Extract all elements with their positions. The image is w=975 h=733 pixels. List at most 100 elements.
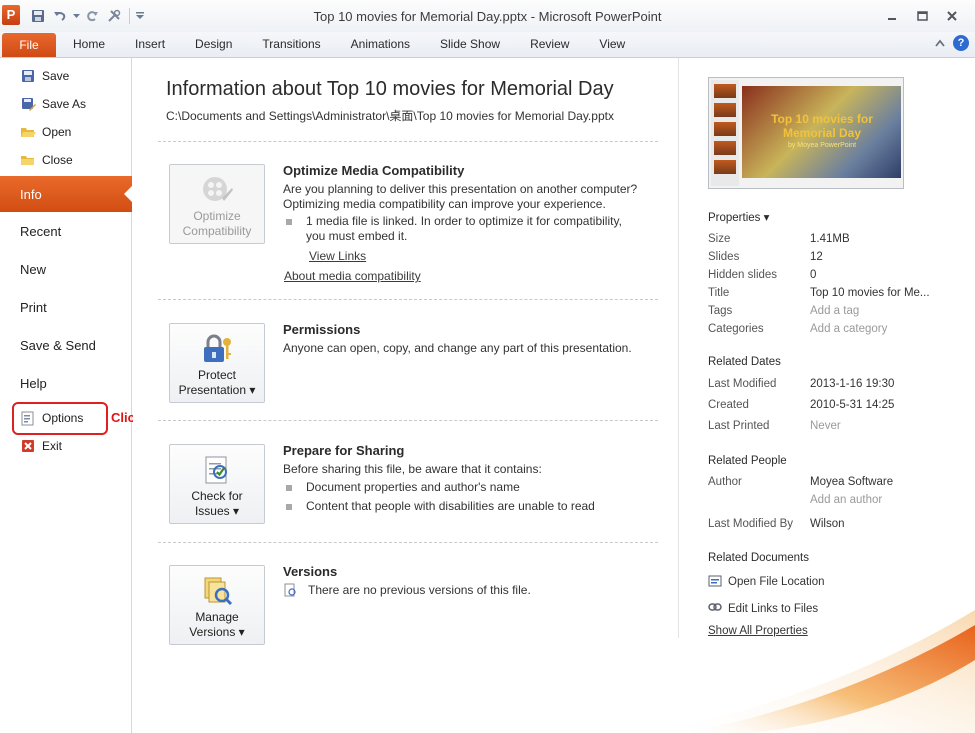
optimize-compatibility-button[interactable]: Optimize Compatibility [169,164,265,244]
check-for-issues-button[interactable]: Check for Issues ▾ [169,444,265,524]
customize-tools-icon[interactable] [104,7,124,25]
section-divider [158,420,658,421]
exit-icon [20,438,36,454]
window-controls [883,9,961,23]
optimize-bullet-line-1: 1 media file is linked. In order to opti… [306,214,622,228]
checklist-icon [199,453,235,487]
prop-title-value[interactable]: Top 10 movies for Me... [810,287,930,299]
tab-design[interactable]: Design [180,32,247,58]
properties-heading[interactable]: Properties ▾ [708,210,769,224]
tab-home[interactable]: Home [58,32,120,58]
backstage-nav: Save Save As Open Close Info Recent New … [0,58,133,733]
view-links-link[interactable]: View Links [309,248,366,264]
options-highlight-box [12,402,108,435]
last-modified-by-label: Last Modified By [708,518,794,530]
thumbnail-slide-strip [711,80,739,186]
permissions-text: Anyone can open, copy, and change any pa… [283,341,632,355]
thumbnail-title: Top 10 movies for Memorial Day [771,112,873,140]
prop-hidden-slides-value: 0 [810,269,817,281]
bullet-square [286,504,292,510]
nav-tab-info[interactable]: Info [0,176,133,212]
check-issues-button-label-2: Issues ▾ [194,504,240,518]
chain-link-icon [708,602,722,615]
optimize-bullet: 1 media file is linked. In order to opti… [286,214,622,244]
file-path: C:\Documents and Settings\Administrator\… [166,109,614,123]
protect-button-label-1: Protect [197,368,236,382]
page-title: Information about Top 10 movies for Memo… [166,78,614,100]
tab-animations[interactable]: Animations [336,32,425,58]
edit-links-link[interactable]: Edit Links to Files [708,602,818,615]
author-label: Author [708,476,742,488]
about-media-compatibility-link[interactable]: About media compatibility [284,268,421,284]
tab-view[interactable]: View [584,32,640,58]
versions-icon [199,574,235,608]
ribbon-tab-bar: File Home Insert Design Transitions Anim… [0,32,975,58]
powerpoint-app-icon[interactable]: P [2,5,20,25]
prop-size-value: 1.41MB [810,233,850,245]
tab-insert[interactable]: Insert [120,32,180,58]
title-bar: P Top 10 movies for Memorial Day.pptx - … [0,0,975,32]
open-file-location-label: Open File Location [728,576,825,588]
slide-thumbnail[interactable]: Top 10 movies for Memorial Day by Moyea … [708,77,904,189]
tab-review[interactable]: Review [515,32,584,58]
ribbon-right-controls: ? [935,35,969,51]
optimize-bullet-line-2: you must embed it. [306,229,408,243]
last-modified-label: Last Modified [708,378,777,390]
last-printed-value: Never [810,420,841,432]
section-divider [158,299,658,300]
save-icon[interactable] [28,7,48,25]
show-all-properties-link[interactable]: Show All Properties [708,625,808,637]
quick-access-toolbar [28,7,145,25]
nav-open[interactable]: Open [20,122,71,142]
nav-close[interactable]: Close [20,150,73,170]
info-main-content: Information about Top 10 movies for Memo… [133,58,678,733]
tab-transitions[interactable]: Transitions [247,32,335,58]
versions-section-title: Versions [283,564,338,579]
tab-file[interactable]: File [2,33,56,57]
add-author-input[interactable]: Add an author [810,494,882,506]
nav-tab-save-send[interactable]: Save & Send [0,327,132,363]
nav-tab-help[interactable]: Help [0,365,132,401]
minimize-icon[interactable] [883,9,901,23]
folder-location-icon [708,574,722,590]
prop-tags-input[interactable]: Add a tag [810,305,859,317]
undo-icon[interactable] [50,7,70,25]
protect-presentation-button[interactable]: Protect Presentation ▾ [169,323,265,403]
sharing-section-title: Prepare for Sharing [283,443,405,458]
prop-title-label: Title [708,287,730,299]
created-value: 2010-5-31 14:25 [810,399,895,411]
prop-tags-label: Tags [708,305,733,317]
author-value[interactable]: Moyea Software [810,476,893,488]
prop-hidden-slides-label: Hidden slides [708,269,778,281]
nav-exit[interactable]: Exit [20,436,62,456]
document-version-icon [283,583,297,597]
open-file-location-link[interactable]: Open File Location [708,574,825,590]
minimize-ribbon-icon[interactable] [935,36,945,50]
prop-slides-label: Slides [708,251,740,263]
redo-icon[interactable] [82,7,102,25]
close-icon[interactable] [943,9,961,23]
tab-slide-show[interactable]: Slide Show [425,32,515,58]
prop-categories-input[interactable]: Add a category [810,323,887,335]
nav-close-label: Close [42,153,73,167]
film-reel-icon [199,173,235,207]
nav-save-as-label: Save As [42,97,87,111]
nav-save-as[interactable]: Save As [20,94,86,114]
manage-versions-button[interactable]: Manage Versions ▾ [169,565,265,645]
nav-tab-help-label: Help [20,375,47,391]
sharing-bullet-text-2: Content that people with disabilities ar… [306,499,595,513]
save-icon [20,68,36,84]
nav-tab-new[interactable]: New [0,251,132,287]
last-modified-value: 2013-1-16 19:30 [810,378,895,390]
restore-icon[interactable] [913,9,931,23]
customize-qat-icon[interactable] [135,7,145,25]
undo-dropdown-icon[interactable] [72,7,80,25]
help-icon[interactable]: ? [953,35,969,51]
lock-keys-icon [199,332,235,366]
section-divider [158,141,658,142]
nav-save[interactable]: Save [20,66,69,86]
nav-tab-recent[interactable]: Recent [0,213,132,249]
optimize-button-label-2: Compatibility [182,224,252,238]
nav-tab-print[interactable]: Print [0,289,132,325]
last-modified-by-value[interactable]: Wilson [810,518,845,530]
